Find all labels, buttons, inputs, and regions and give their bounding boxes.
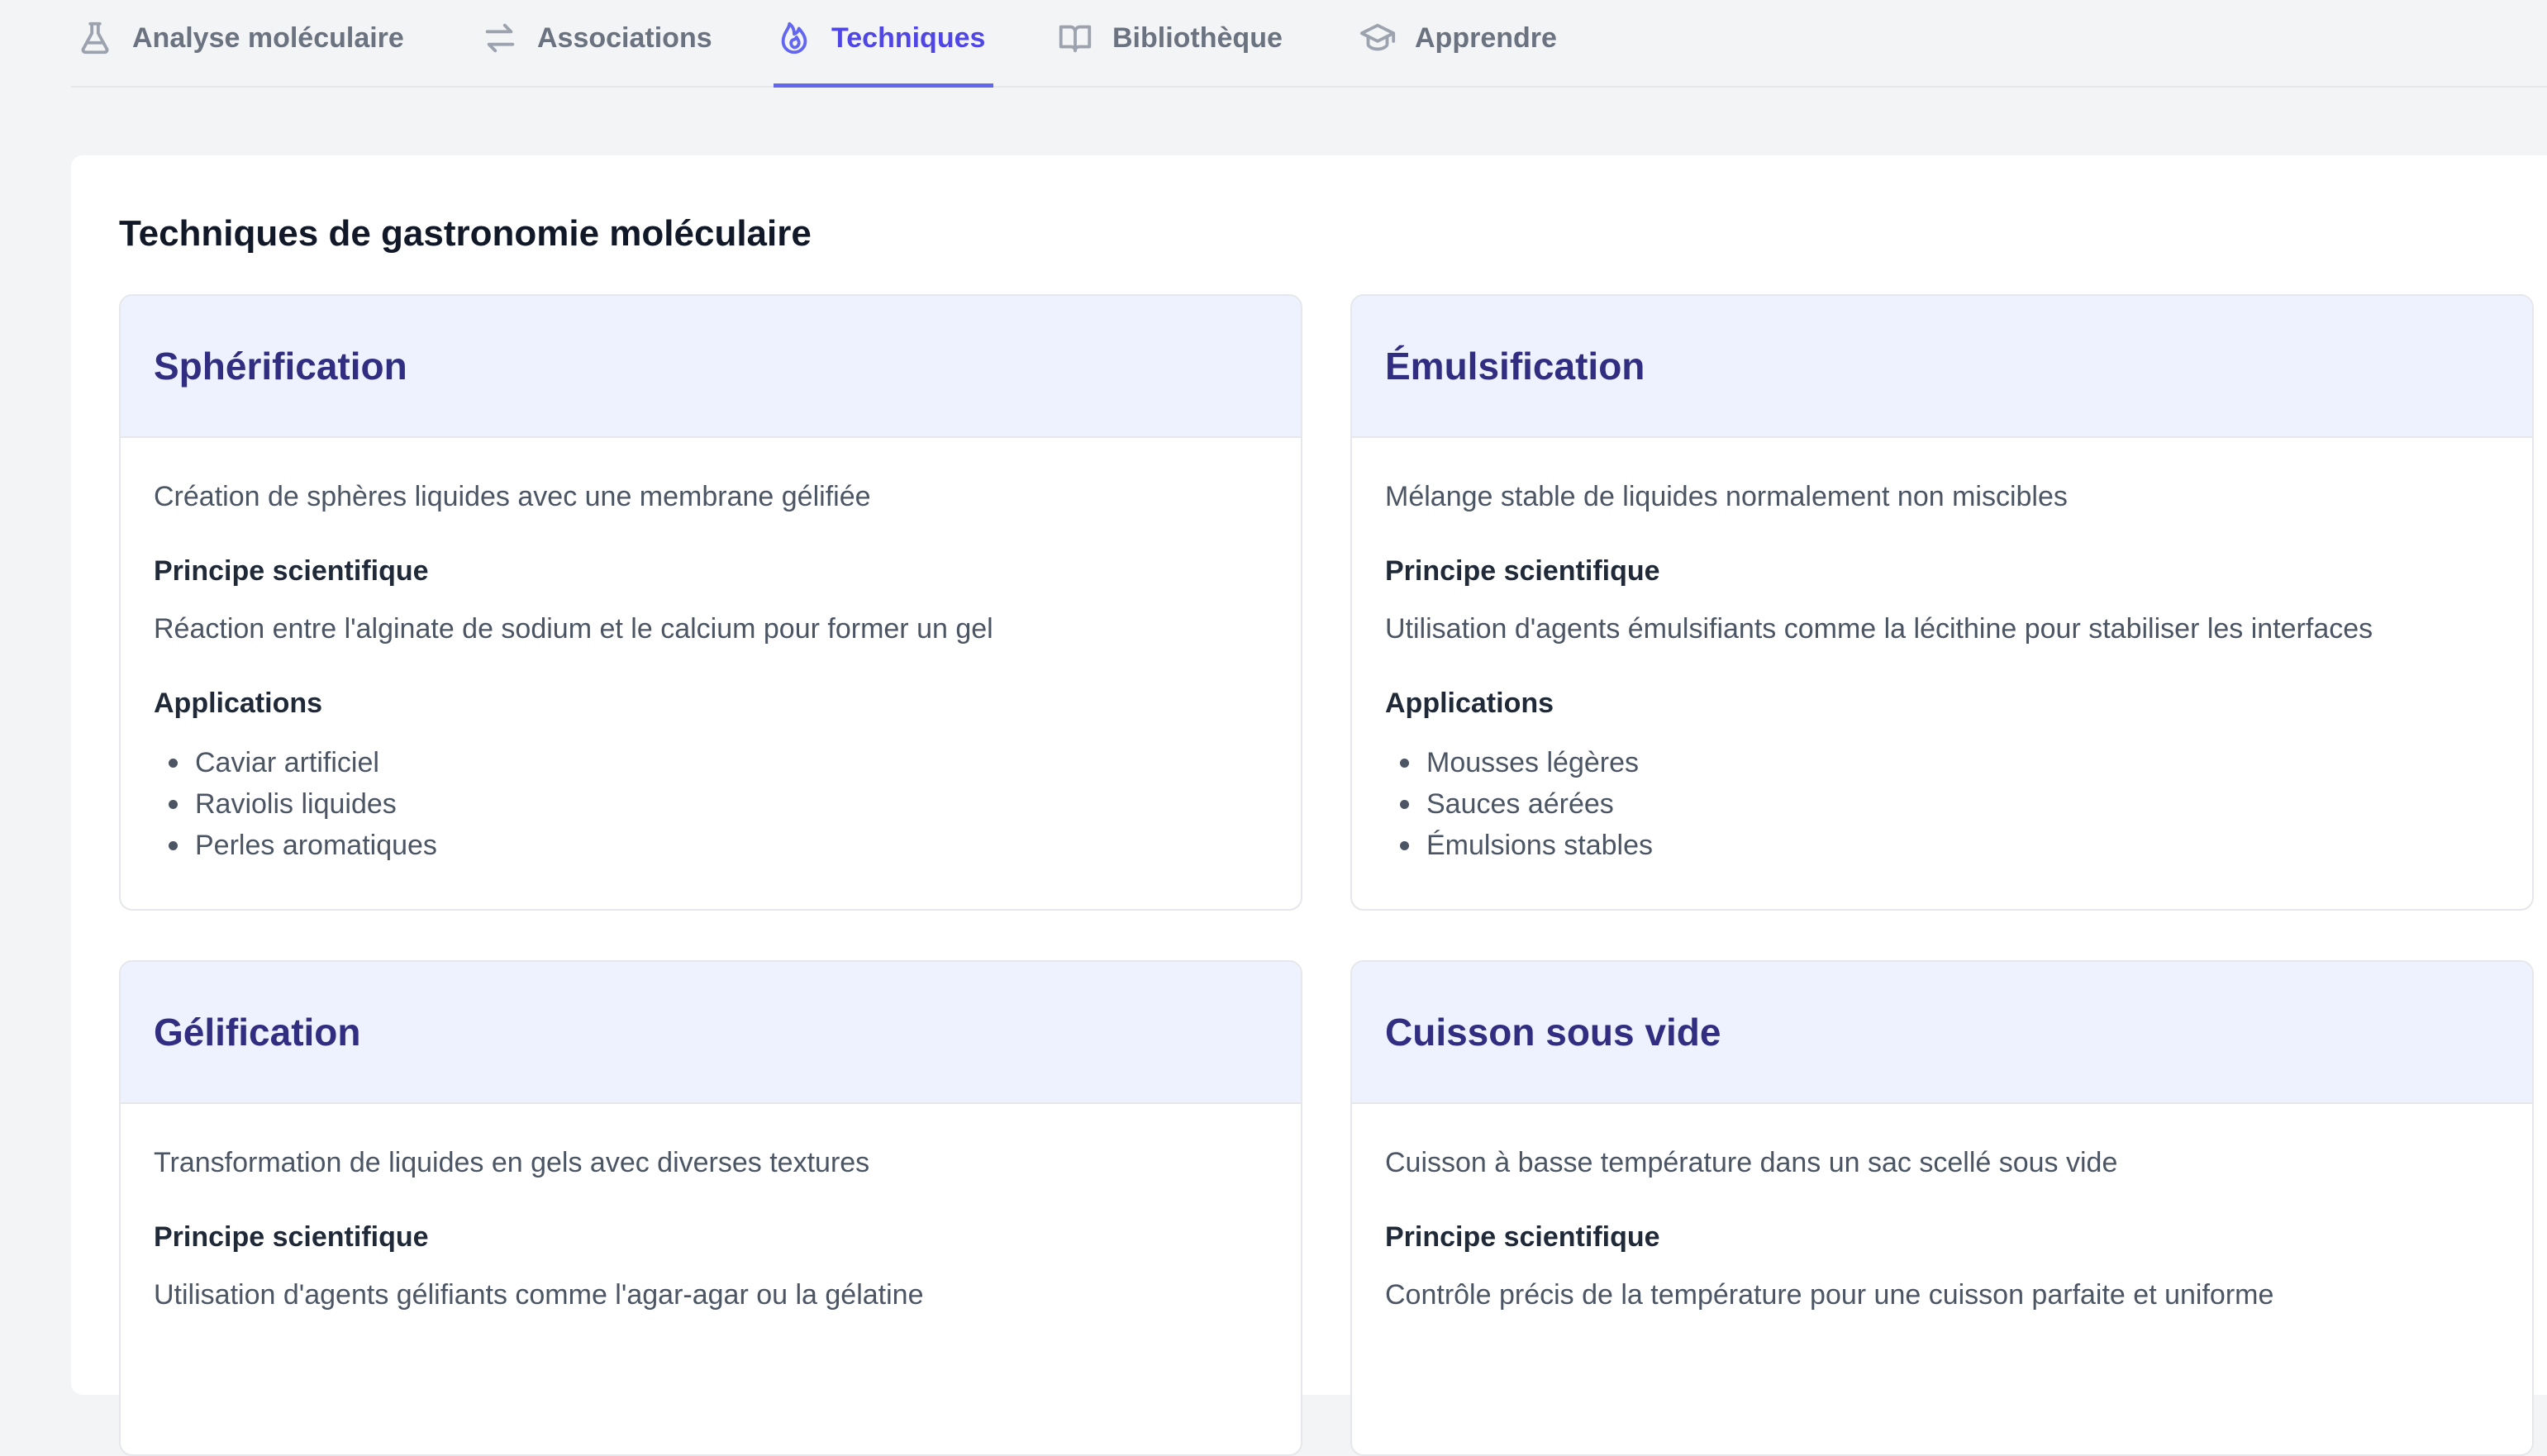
principle-text: Contrôle précis de la température pour u…: [1385, 1279, 2274, 1311]
principle-text: Réaction entre l'alginate de sodium et l…: [154, 613, 993, 645]
applications-list: Mousses légères Sauces aérées Émulsions …: [1385, 742, 2499, 866]
card-header: Sphérification: [121, 296, 1301, 438]
list-item: Caviar artificiel: [154, 742, 1268, 783]
card-header: Émulsification: [1352, 296, 2532, 438]
tab-label: Techniques: [831, 21, 986, 54]
technique-description: Création de sphères liquides avec une me…: [154, 481, 871, 512]
list-item: Émulsions stables: [1385, 825, 2499, 866]
list-item: Mousses légères: [1385, 742, 2499, 783]
card-body: Transformation de liquides en gels avec …: [121, 1104, 1301, 1314]
applications-heading: Applications: [1385, 688, 1554, 719]
technique-card: Émulsification Mélange stable de liquide…: [1350, 294, 2534, 911]
book-icon: [1059, 25, 1092, 53]
principle-text: Utilisation d'agents gélifiants comme l'…: [154, 1279, 924, 1311]
tab-bibliotheque[interactable]: Bibliothèque: [1055, 0, 1291, 88]
tab-label: Associations: [537, 21, 712, 54]
list-item: Sauces aérées: [1385, 783, 2499, 825]
card-header: Gélification: [121, 962, 1301, 1104]
tab-associations[interactable]: Associations: [479, 0, 721, 88]
list-item: Perles aromatiques: [154, 825, 1268, 866]
technique-name: Sphérification: [154, 345, 407, 388]
tab-label: Analyse moléculaire: [132, 21, 404, 54]
tab-analyse-moleculaire[interactable]: Analyse moléculaire: [74, 0, 412, 88]
technique-description: Cuisson à basse température dans un sac …: [1385, 1147, 2118, 1178]
applications-heading: Applications: [154, 688, 323, 719]
principle-heading: Principe scientifique: [154, 555, 429, 587]
card-header: Cuisson sous vide: [1352, 962, 2532, 1104]
fire-icon: [781, 21, 807, 55]
tab-apprendre[interactable]: Apprendre: [1357, 0, 1565, 88]
card-body: Mélange stable de liquides normalement n…: [1352, 438, 2532, 866]
technique-card: Cuisson sous vide Cuisson à basse tempér…: [1350, 960, 2534, 1456]
tab-techniques[interactable]: Techniques: [774, 0, 994, 88]
techniques-panel: Techniques de gastronomie moléculaire Sp…: [71, 155, 2547, 1456]
top-tab-bar: Analyse moléculaire Associations Techniq…: [71, 0, 2547, 88]
flask-icon: [81, 21, 109, 55]
card-body: Création de sphères liquides avec une me…: [121, 438, 1301, 866]
tab-label: Apprendre: [1415, 21, 1557, 54]
arrows-swap-icon: [485, 23, 515, 53]
card-body: Cuisson à basse température dans un sac …: [1352, 1104, 2532, 1314]
page-title: Techniques de gastronomie moléculaire: [119, 213, 812, 254]
list-item: Raviolis liquides: [154, 783, 1268, 825]
technique-description: Transformation de liquides en gels avec …: [154, 1147, 870, 1178]
technique-name: Cuisson sous vide: [1385, 1011, 1721, 1054]
tab-label: Bibliothèque: [1112, 21, 1283, 54]
principle-text: Utilisation d'agents émulsifiants comme …: [1385, 613, 2373, 645]
principle-heading: Principe scientifique: [154, 1221, 429, 1253]
technique-name: Gélification: [154, 1011, 361, 1054]
technique-name: Émulsification: [1385, 345, 1645, 388]
applications-list: Caviar artificiel Raviolis liquides Perl…: [154, 742, 1268, 866]
technique-description: Mélange stable de liquides normalement n…: [1385, 481, 2068, 512]
technique-card: Gélification Transformation de liquides …: [119, 960, 1302, 1456]
technique-card: Sphérification Création de sphères liqui…: [119, 294, 1302, 911]
principle-heading: Principe scientifique: [1385, 1221, 1660, 1253]
principle-heading: Principe scientifique: [1385, 555, 1660, 587]
graduation-cap-icon: [1359, 23, 1396, 51]
